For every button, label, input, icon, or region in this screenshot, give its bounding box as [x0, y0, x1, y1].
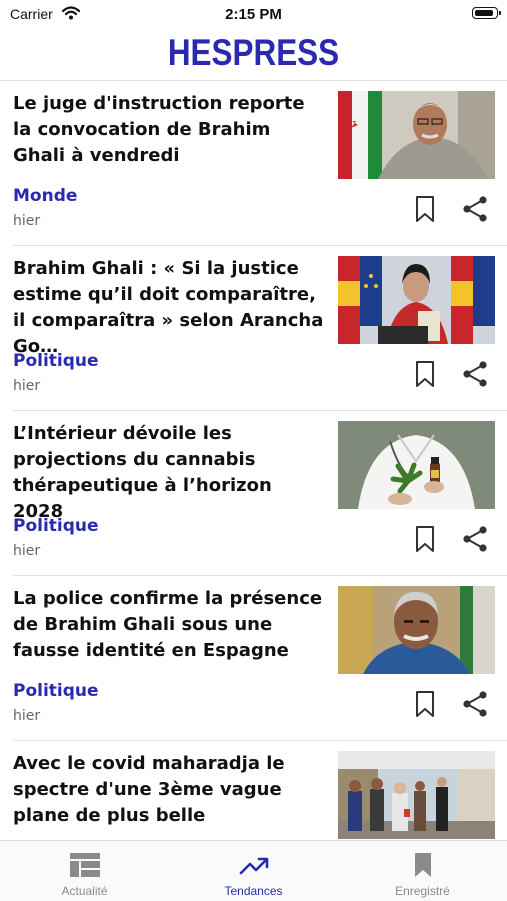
tab-tendances[interactable]: Tendances: [169, 841, 338, 901]
article-thumbnail[interactable]: [338, 421, 495, 509]
article-time: hier: [13, 708, 41, 724]
article-card[interactable]: Le juge d'instruction reporte la convoca…: [0, 81, 507, 246]
article-title[interactable]: Avec le covid maharadja le spectre d'une…: [13, 751, 328, 829]
article-card[interactable]: La police confirme la présence de Brahim…: [0, 576, 507, 741]
battery-icon: [472, 7, 501, 19]
hespress-logo[interactable]: HESPRESS: [38, 32, 469, 74]
share-icon[interactable]: [460, 195, 490, 223]
bookmark-icon[interactable]: [412, 525, 438, 553]
tab-label: Tendances: [224, 884, 283, 898]
status-time: 2:15 PM: [225, 6, 282, 23]
article-card[interactable]: L’Intérieur dévoile les projections du c…: [0, 411, 507, 576]
article-category[interactable]: Monde: [13, 186, 77, 206]
tab-bar: Actualité Tendances Enregistré: [0, 840, 507, 901]
article-time: hier: [13, 543, 41, 559]
article-card[interactable]: Brahim Ghali : « Si la justice estime qu…: [0, 246, 507, 411]
bookmark-icon[interactable]: [412, 360, 438, 388]
tab-actualite[interactable]: Actualité: [0, 841, 169, 901]
bookmark-icon: [406, 851, 440, 879]
status-bar: Carrier 2:15 PM: [0, 0, 507, 28]
share-icon[interactable]: [460, 525, 490, 553]
article-title[interactable]: L’Intérieur dévoile les projections du c…: [13, 421, 328, 525]
article-title[interactable]: Brahim Ghali : « Si la justice estime qu…: [13, 256, 328, 360]
article-card[interactable]: Avec le covid maharadja le spectre d'une…: [0, 741, 507, 839]
article-category[interactable]: Politique: [13, 351, 99, 371]
article-title[interactable]: La police confirme la présence de Brahim…: [13, 586, 328, 664]
article-thumbnail[interactable]: [338, 586, 495, 674]
app-header: HESPRESS: [0, 28, 507, 81]
share-icon[interactable]: [460, 690, 490, 718]
bookmark-icon[interactable]: [412, 690, 438, 718]
article-category[interactable]: Politique: [13, 516, 99, 536]
article-time: hier: [13, 213, 41, 229]
tab-label: Actualité: [61, 884, 108, 898]
tab-enregistre[interactable]: Enregistré: [338, 841, 507, 901]
article-thumbnail[interactable]: [338, 91, 495, 179]
news-feed[interactable]: Le juge d'instruction reporte la convoca…: [0, 81, 507, 839]
article-title[interactable]: Le juge d'instruction reporte la convoca…: [13, 91, 328, 169]
article-thumbnail[interactable]: [338, 751, 495, 839]
bookmark-icon[interactable]: [412, 195, 438, 223]
article-time: hier: [13, 378, 41, 394]
tab-label: Enregistré: [395, 884, 450, 898]
article-category[interactable]: Politique: [13, 681, 99, 701]
share-icon[interactable]: [460, 360, 490, 388]
news-grid-icon: [68, 851, 102, 879]
trending-icon: [237, 851, 271, 879]
article-thumbnail[interactable]: [338, 256, 495, 344]
